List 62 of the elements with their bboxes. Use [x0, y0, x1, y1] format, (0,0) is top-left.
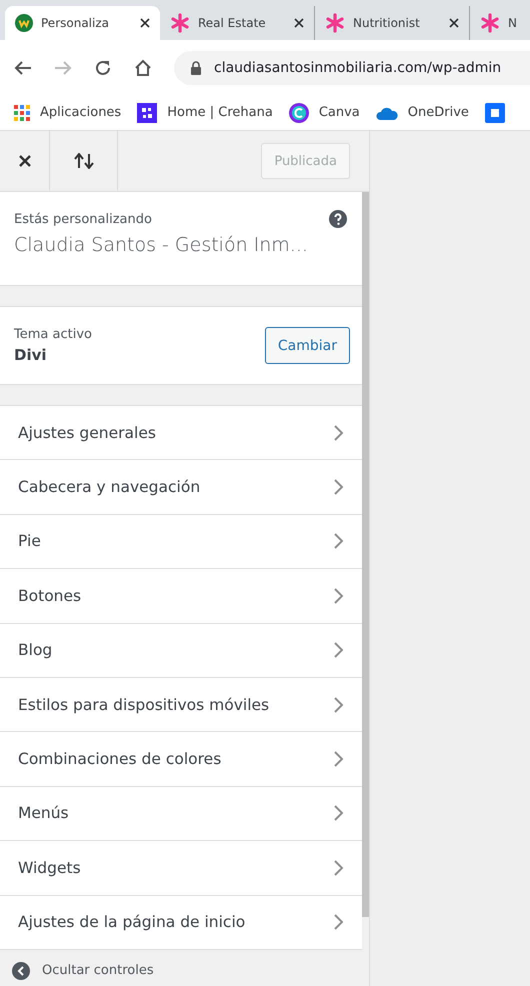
address-bar[interactable]: claudiasantosinmobiliaria.com/wp-admin [174, 50, 530, 84]
browser-tab[interactable]: N [470, 6, 530, 40]
site-title: Claudia Santos - Gestión Inm... [14, 234, 309, 256]
app-tile-icon [484, 102, 505, 122]
theme-label: Tema activo [14, 327, 92, 342]
bookmark[interactable]: OneDrive [376, 105, 469, 120]
section-item[interactable]: Cabecera y navegación [0, 460, 363, 515]
section-item[interactable]: Menús [0, 786, 363, 842]
bookmark[interactable]: Canva [288, 102, 360, 122]
scrollbar-thumb[interactable] [362, 192, 369, 917]
browser-tab[interactable]: Real Estate [160, 6, 315, 40]
section-item[interactable]: Ajustes generales [0, 406, 363, 460]
chevron-right-icon [334, 642, 343, 658]
section-item[interactable]: Botones [0, 569, 363, 624]
cloud-icon [376, 106, 398, 120]
tab-title: Personaliza [41, 16, 110, 30]
back-arrow-icon[interactable] [14, 60, 32, 76]
theme-name: Divi [14, 346, 48, 364]
chevron-right-icon [334, 424, 343, 441]
apps-grid-icon [14, 104, 30, 120]
lock-icon [190, 60, 202, 74]
asterisk-icon [325, 13, 345, 33]
square-logo-icon [137, 102, 158, 122]
chevron-right-icon [334, 914, 343, 930]
section-item[interactable]: Ajustes de la página de inicio [0, 896, 363, 950]
chevron-right-icon [334, 860, 343, 876]
help-icon[interactable] [329, 210, 347, 228]
customizing-label: Estás personalizando [14, 212, 152, 226]
bookmark[interactable]: Aplicaciones [14, 104, 122, 120]
chevron-right-icon [334, 751, 343, 768]
chevron-right-icon [334, 533, 343, 550]
reload-icon[interactable] [94, 58, 112, 76]
site-logo-icon [15, 14, 33, 32]
chevron-right-icon [334, 588, 343, 604]
tab-title: N [508, 16, 518, 30]
chevron-right-icon [334, 696, 343, 713]
browser-tab[interactable]: Personaliza [5, 6, 160, 40]
section-item[interactable]: Blog [0, 624, 363, 678]
section-item[interactable]: Pie [0, 514, 363, 570]
change-theme-button[interactable]: Cambiar [264, 327, 350, 364]
asterisk-icon [170, 13, 190, 33]
up-down-arrows-icon [72, 153, 94, 169]
close-icon[interactable] [294, 18, 304, 28]
circle-logo-icon [288, 102, 309, 122]
browser-tab[interactable]: Nutritionist [315, 6, 470, 40]
close-icon[interactable] [449, 18, 459, 28]
hide-controls-link[interactable]: Ocultar controles [42, 963, 154, 978]
tab-title: Real Estate [198, 16, 267, 30]
url-text: claudiasantosinmobiliaria.com/wp-admin [214, 60, 502, 76]
collapse-icon[interactable] [12, 962, 30, 980]
section-item[interactable]: Combinaciones de colores [0, 732, 363, 787]
section-item[interactable]: Estilos para dispositivos móviles [0, 678, 363, 732]
tab-title: Nutritionist [353, 16, 421, 30]
section-item[interactable]: Widgets [0, 841, 363, 896]
bookmark[interactable]: Home | Crehana [137, 102, 273, 122]
chevron-right-icon [334, 479, 343, 496]
close-icon[interactable] [140, 18, 150, 28]
home-icon[interactable] [134, 58, 152, 76]
asterisk-icon [480, 13, 500, 33]
close-icon [18, 154, 32, 168]
chevron-right-icon [334, 805, 343, 822]
bookmark[interactable] [484, 102, 505, 122]
